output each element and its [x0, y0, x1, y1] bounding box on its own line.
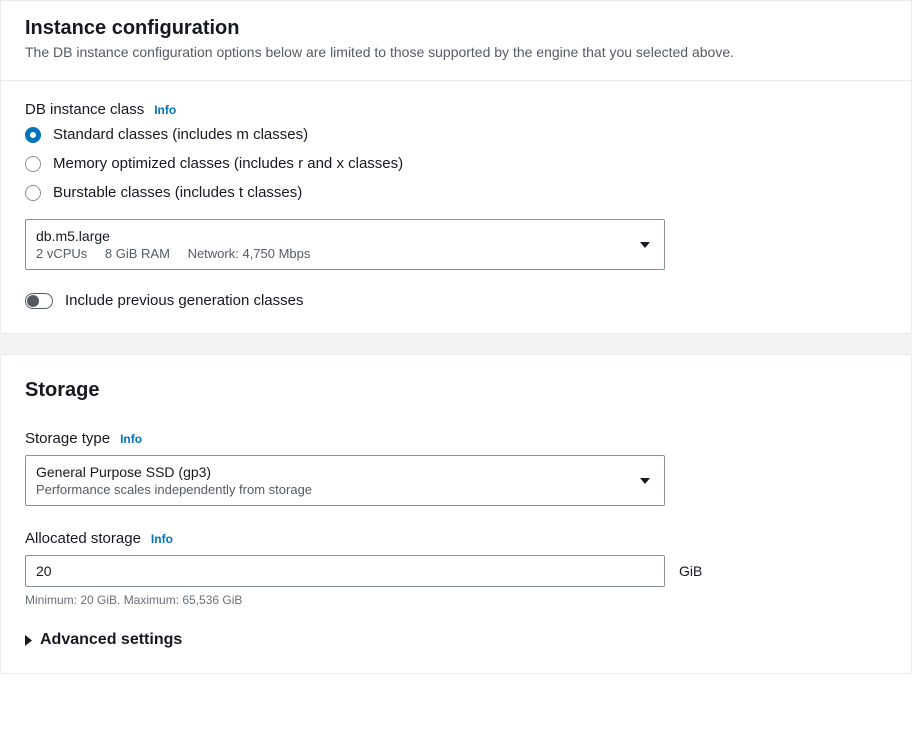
dropdown-specs: 2 vCPUs 8 GiB RAM Network: 4,750 Mbps [36, 246, 628, 261]
advanced-settings-label: Advanced settings [40, 631, 182, 649]
allocated-storage-hint: Minimum: 20 GiB. Maximum: 65,536 GiB [25, 593, 887, 607]
storage-type-field: Storage type Info General Purpose SSD (g… [25, 430, 887, 506]
db-instance-class-dropdown[interactable]: db.m5.large 2 vCPUs 8 GiB RAM Network: 4… [25, 219, 665, 270]
instance-configuration-subtitle: The DB instance configuration options be… [25, 44, 887, 60]
radio-icon [25, 185, 41, 201]
db-instance-class-radio-group: Standard classes (includes m classes) Me… [25, 126, 887, 201]
storage-type-info-link[interactable]: Info [120, 432, 142, 446]
radio-memory-label: Memory optimized classes (includes r and… [53, 155, 403, 172]
include-previous-generation-toggle-row: Include previous generation classes [25, 292, 887, 309]
advanced-settings-expander[interactable]: Advanced settings [25, 631, 887, 649]
instance-panel-header: Instance configuration The DB instance c… [1, 1, 911, 81]
include-previous-generation-toggle[interactable] [25, 293, 53, 309]
include-previous-generation-label: Include previous generation classes [65, 292, 303, 309]
caret-down-icon [640, 478, 650, 484]
storage-panel: Storage Storage type Info General Purpos… [0, 354, 912, 674]
radio-memory-optimized-classes[interactable]: Memory optimized classes (includes r and… [25, 155, 887, 172]
caret-down-icon [640, 242, 650, 248]
allocated-storage-unit: GiB [679, 563, 702, 579]
storage-type-sub: Performance scales independently from st… [36, 482, 628, 497]
allocated-storage-label: Allocated storage [25, 530, 141, 547]
storage-title: Storage [1, 355, 911, 410]
radio-icon [25, 127, 41, 143]
radio-standard-label: Standard classes (includes m classes) [53, 126, 308, 143]
storage-type-label-row: Storage type Info [25, 430, 887, 447]
storage-type-value: General Purpose SSD (gp3) [36, 464, 628, 480]
dropdown-selected-value: db.m5.large [36, 228, 628, 244]
allocated-storage-label-row: Allocated storage Info [25, 530, 887, 547]
dropdown-network: Network: 4,750 Mbps [188, 246, 311, 261]
dropdown-ram: 8 GiB RAM [105, 246, 170, 261]
storage-type-dropdown[interactable]: General Purpose SSD (gp3) Performance sc… [25, 455, 665, 506]
db-instance-class-info-link[interactable]: Info [154, 103, 176, 117]
instance-configuration-title: Instance configuration [25, 17, 887, 40]
allocated-storage-info-link[interactable]: Info [151, 532, 173, 546]
instance-panel-body: DB instance class Info Standard classes … [1, 81, 911, 333]
dropdown-vcpus: 2 vCPUs [36, 246, 87, 261]
allocated-storage-input[interactable] [25, 555, 665, 587]
allocated-storage-field: Allocated storage Info GiB Minimum: 20 G… [25, 530, 887, 607]
panel-gap [0, 334, 912, 354]
storage-panel-body: Storage type Info General Purpose SSD (g… [1, 410, 911, 673]
radio-burstable-classes[interactable]: Burstable classes (includes t classes) [25, 184, 887, 201]
radio-icon [25, 156, 41, 172]
radio-burstable-label: Burstable classes (includes t classes) [53, 184, 302, 201]
db-instance-class-label-row: DB instance class Info [25, 101, 887, 118]
db-instance-class-label: DB instance class [25, 101, 144, 118]
allocated-storage-input-row: GiB [25, 555, 887, 587]
storage-type-label: Storage type [25, 430, 110, 447]
caret-right-icon [25, 635, 32, 646]
radio-standard-classes[interactable]: Standard classes (includes m classes) [25, 126, 887, 143]
instance-configuration-panel: Instance configuration The DB instance c… [0, 0, 912, 334]
